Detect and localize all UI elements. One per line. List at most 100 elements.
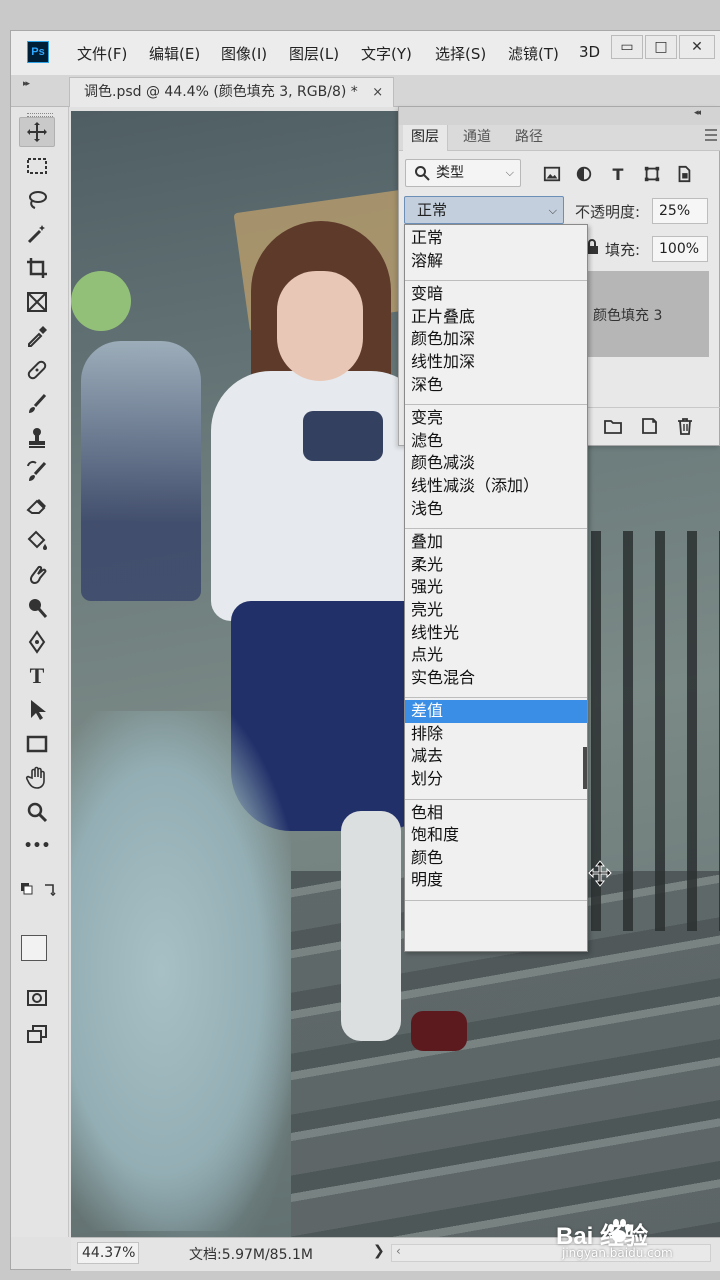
blend-option[interactable]: 排除: [405, 723, 587, 746]
blend-option[interactable]: 强光: [405, 576, 587, 599]
swap-colors-control[interactable]: [19, 879, 63, 899]
more-tools[interactable]: •••: [19, 831, 55, 861]
blend-group-component: 色相 饱和度 颜色 明度: [405, 800, 587, 902]
screen-mode-icon: [27, 1025, 47, 1043]
healing-brush-tool[interactable]: [19, 355, 55, 385]
minimize-button[interactable]: ▭: [611, 35, 643, 59]
eraser-tool[interactable]: [19, 491, 55, 521]
layer-filter-select[interactable]: 类型 ⌵: [405, 159, 521, 187]
status-menu-arrow[interactable]: ❯: [373, 1243, 385, 1259]
default-colors-icon: [21, 883, 56, 897]
marquee-tool[interactable]: [19, 151, 55, 181]
hand-tool[interactable]: [19, 763, 55, 793]
blend-option[interactable]: 深色: [405, 374, 587, 397]
blend-option[interactable]: 亮光: [405, 599, 587, 622]
blend-option[interactable]: 滤色: [405, 430, 587, 453]
type-icon: T: [29, 663, 45, 688]
tab-channels[interactable]: 通道: [455, 125, 499, 151]
blend-option[interactable]: 线性光: [405, 622, 587, 645]
blend-option[interactable]: 溶解: [405, 250, 587, 273]
blend-option[interactable]: 饱和度: [405, 824, 587, 847]
move-tool[interactable]: [19, 117, 55, 147]
foreground-color-swatch[interactable]: [21, 935, 47, 961]
blend-option[interactable]: 线性减淡（添加）: [405, 475, 587, 498]
blend-option[interactable]: 线性加深: [405, 351, 587, 374]
path-selection-tool[interactable]: [19, 695, 55, 725]
blend-option[interactable]: 正常: [405, 227, 587, 250]
blend-option-highlighted[interactable]: 差值: [405, 700, 587, 723]
zoom-level-field[interactable]: 44.37%: [77, 1242, 139, 1264]
blend-option[interactable]: 色相: [405, 802, 587, 825]
frame-tool[interactable]: [19, 287, 55, 317]
blend-option[interactable]: 实色混合: [405, 667, 587, 690]
screen-mode-button[interactable]: [19, 1019, 55, 1049]
paint-bucket-tool[interactable]: [19, 525, 55, 555]
fill-input[interactable]: 100%: [652, 236, 708, 262]
rectangle-tool[interactable]: [19, 729, 55, 759]
pixel-filter-icon[interactable]: [541, 163, 563, 185]
lasso-tool[interactable]: [19, 185, 55, 215]
layer-row[interactable]: 颜色填充 3: [587, 271, 709, 357]
blend-option[interactable]: 颜色减淡: [405, 452, 587, 475]
document-tab[interactable]: 调色.psd @ 44.4% (颜色填充 3, RGB/8) * ×: [69, 77, 395, 107]
new-group-icon[interactable]: [603, 416, 623, 436]
menu-file[interactable]: 文件(F): [77, 43, 127, 64]
tab-layers[interactable]: 图层: [403, 125, 448, 151]
pen-tool[interactable]: [19, 627, 55, 657]
clone-stamp-tool[interactable]: [19, 423, 55, 453]
menu-type[interactable]: 文字(Y): [361, 43, 412, 64]
history-brush-icon: [27, 460, 47, 481]
opacity-input[interactable]: 25%: [652, 198, 708, 224]
blend-option[interactable]: 叠加: [405, 531, 587, 554]
menu-edit[interactable]: 编辑(E): [149, 43, 200, 64]
blend-option[interactable]: 减去: [405, 745, 587, 768]
blend-group-contrast: 叠加 柔光 强光 亮光 线性光 点光 实色混合: [405, 529, 587, 699]
document-tab-close-button[interactable]: ×: [372, 85, 383, 100]
history-brush-tool[interactable]: [19, 457, 55, 487]
blend-option[interactable]: 变亮: [405, 407, 587, 430]
rectangle-icon: [26, 735, 48, 753]
tab-paths[interactable]: 路径: [507, 125, 551, 151]
new-layer-icon[interactable]: [639, 416, 659, 436]
blend-option[interactable]: 柔光: [405, 554, 587, 577]
magic-wand-tool[interactable]: [19, 219, 55, 249]
dropdown-scroll-indicator[interactable]: [583, 747, 587, 789]
blend-option[interactable]: 划分: [405, 768, 587, 791]
color-swatches[interactable]: [19, 933, 63, 977]
shape-filter-icon[interactable]: [641, 163, 663, 185]
panel-header[interactable]: ◂◂: [399, 107, 720, 125]
brush-tool[interactable]: [19, 389, 55, 419]
blend-option[interactable]: 正片叠底: [405, 306, 587, 329]
smart-object-filter-icon[interactable]: [673, 163, 695, 185]
collapse-toolbar-icon[interactable]: ▸▸: [23, 79, 30, 89]
menu-3d[interactable]: 3D: [579, 43, 600, 61]
menu-select[interactable]: 选择(S): [435, 43, 486, 64]
menu-layer[interactable]: 图层(L): [289, 43, 339, 64]
paw-icon: [608, 1219, 631, 1242]
close-window-button[interactable]: ✕: [679, 35, 715, 59]
blend-mode-select[interactable]: 正常 ⌵: [404, 196, 564, 224]
eyedropper-tool[interactable]: [19, 321, 55, 351]
menu-filter[interactable]: 滤镜(T): [508, 43, 559, 64]
panel-menu-icon[interactable]: [705, 129, 717, 141]
blend-option[interactable]: 颜色加深: [405, 328, 587, 351]
dodge-tool[interactable]: [19, 593, 55, 623]
adjustment-filter-icon[interactable]: [573, 163, 595, 185]
scroll-left-icon[interactable]: ‹: [396, 1244, 401, 1258]
blend-option[interactable]: 明度: [405, 869, 587, 892]
quick-mask-button[interactable]: [19, 983, 55, 1013]
blend-option[interactable]: 变暗: [405, 283, 587, 306]
blend-option[interactable]: 点光: [405, 644, 587, 667]
panel-collapse-icon[interactable]: ◂◂: [694, 108, 701, 118]
menu-image[interactable]: 图像(I): [221, 43, 267, 64]
blend-option[interactable]: 颜色: [405, 847, 587, 870]
zoom-tool[interactable]: [19, 797, 55, 827]
restore-button[interactable]: □: [645, 35, 677, 59]
smudge-tool[interactable]: [19, 559, 55, 589]
trash-icon[interactable]: [675, 416, 695, 436]
blend-option[interactable]: 浅色: [405, 498, 587, 521]
type-tool[interactable]: T: [19, 661, 55, 691]
type-filter-icon[interactable]: T: [607, 163, 629, 185]
fill-label: 填充:: [605, 241, 641, 259]
crop-tool[interactable]: [19, 253, 55, 283]
